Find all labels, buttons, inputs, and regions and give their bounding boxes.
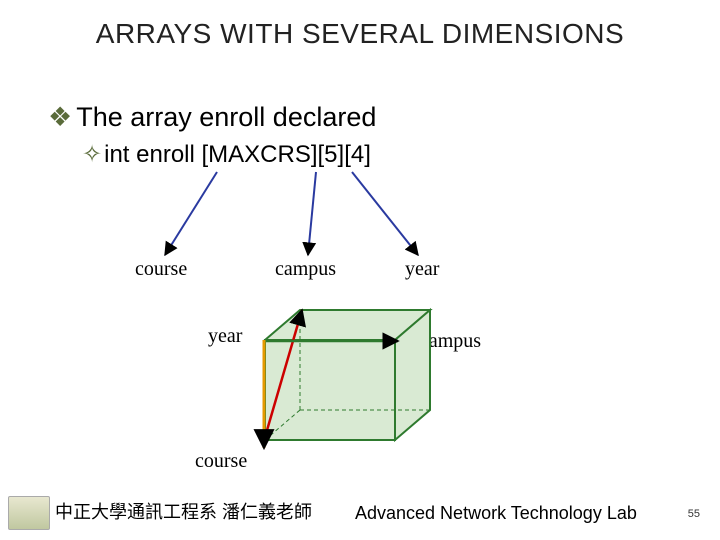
label-campus-cube: campus [420, 330, 481, 353]
label-course-top: course [135, 258, 187, 281]
label-year-cube: year [208, 325, 242, 348]
bullet-level-2: ✧int enroll [MAXCRS][5][4] [82, 140, 371, 169]
slide-title: ARRAYS WITH SEVERAL DIMENSIONS [0, 18, 720, 50]
bullet-level-1: ❖The array enroll declared [48, 102, 376, 133]
label-course-cube: course [195, 450, 247, 473]
footer-left-text: 中正大學通訊工程系 潘仁義老師 [55, 498, 312, 524]
footer-right-text: Advanced Network Technology Lab [355, 503, 637, 524]
bullet1-text: The array enroll declared [76, 102, 376, 132]
bullet2-text: int enroll [MAXCRS][5][4] [104, 141, 371, 168]
diagram-svg [0, 0, 720, 540]
bullet-diamond-icon: ❖ [48, 102, 72, 132]
label-campus-top: campus [275, 258, 336, 281]
footer-logo-icon [8, 496, 50, 530]
page-number: 55 [688, 508, 700, 520]
label-year-top: year [405, 258, 439, 281]
bullet-subdiamond-icon: ✧ [82, 141, 102, 168]
